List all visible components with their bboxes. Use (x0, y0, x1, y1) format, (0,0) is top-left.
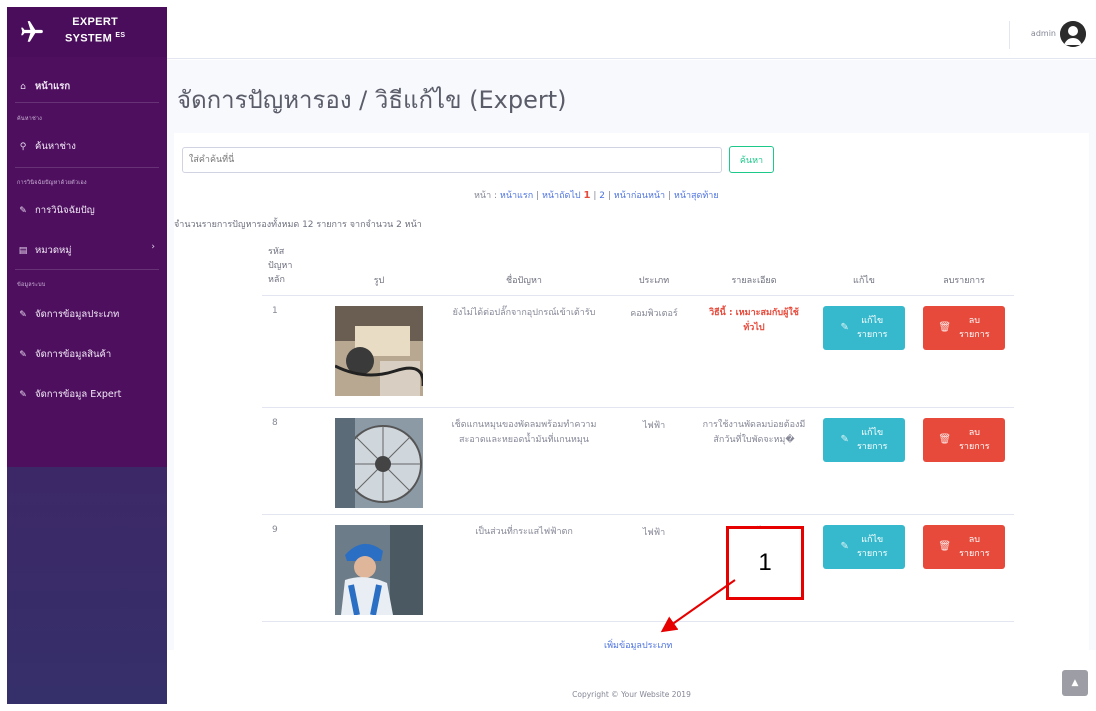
wrench-icon: ✎ (19, 205, 27, 216)
footer: Copyright © Your Website 2019 ▲ (167, 650, 1096, 711)
copyright: Copyright © Your Website 2019 (572, 690, 691, 699)
sidebar-divider (15, 269, 159, 270)
row-id: 9 (262, 514, 324, 622)
row-name: เช็ดแกนหมุนของพัดลมพร้อมทำความสะอาดและหย… (434, 407, 614, 515)
page-title: จัดการปัญหารอง / วิธีแก้ไข (Expert) (177, 86, 567, 114)
delete-button[interactable]: 🗑 ลบ รายการ (923, 525, 1005, 569)
column-header-delete: ลบรายการ (914, 241, 1014, 296)
sidebar-item-categories[interactable]: ▤ หมวดหมู่ (17, 243, 72, 258)
topbar: admin (167, 7, 1096, 59)
chevron-up-icon: ▲ (1071, 678, 1079, 688)
row-edit-cell: ✎ แก้ไข รายการ (814, 407, 914, 515)
sidebar-heading-system-data: ข้อมูลระบบ (17, 282, 46, 288)
trash-icon: 🗑 (938, 322, 952, 333)
row-edit-cell: ✎ แก้ไข รายการ (814, 514, 914, 622)
sidebar-heading-technician: ค้นหาช่าง (17, 116, 43, 122)
scroll-to-top-button[interactable]: ▲ (1062, 670, 1088, 696)
row-detail: การใช้งานพัดลมบ่อยต้องมีสักวันที่ใบพัดจะ… (694, 407, 814, 515)
row-id: 1 (262, 295, 324, 408)
row-type: ไฟฟ้า (614, 407, 694, 515)
column-header-type: ประเภท (614, 241, 694, 296)
pencil-icon: ✎ (840, 541, 849, 552)
sidebar-heading-diagnosis: การวินิจฉัยปัญหาด้วยตัวเอง (17, 180, 87, 186)
wrench-icon: ✎ (19, 389, 27, 400)
search-button[interactable]: ค้นหา (729, 146, 774, 173)
table-row: 1 ยังไม่ได้ต่อปลั๊กจากอุปกรณ์เข้าเต้ารับ… (262, 295, 1014, 408)
sidebar-item-find-technician[interactable]: ⚲ ค้นหาช่าง (17, 139, 76, 154)
search-input[interactable] (182, 147, 722, 173)
sidebar-item-home[interactable]: ⌂ หน้าแรก (17, 79, 70, 94)
row-name: ยังไม่ได้ต่อปลั๊กจากอุปกรณ์เข้าเต้ารับ (434, 295, 614, 408)
row-detail: วิธีนี้ : เหมาะสมกับผู้ใช้ทั่วไป (694, 295, 814, 408)
sidebar-item-manage-types[interactable]: ✎ จัดการข้อมูลประเภท (17, 307, 119, 322)
sidebar-divider (15, 167, 159, 168)
row-image-cell (324, 514, 434, 622)
row-type: ไฟฟ้า (614, 514, 694, 622)
row-image-cell (324, 407, 434, 515)
pagination-next[interactable]: หน้าถัดไป (542, 191, 581, 201)
pagination-first[interactable]: หน้าแรก (500, 191, 533, 201)
pagination-current: 1 (583, 190, 591, 201)
table-row: 9 เป็นส่วนที่กระแสไฟฟ้าตก ไฟฟ้า ✎ แก้ไข … (262, 514, 1014, 622)
edit-button[interactable]: ✎ แก้ไข รายการ (823, 525, 905, 569)
content-panel: ค้นหา หน้า : หน้าแรก | หน้าถัดไป 1 | 2 |… (174, 133, 1089, 651)
row-edit-cell: ✎ แก้ไข รายการ (814, 295, 914, 408)
edit-button[interactable]: ✎ แก้ไข รายการ (823, 418, 905, 462)
problem-thumbnail[interactable] (335, 306, 423, 396)
brand-name: EXPERT SYSTEM ES (65, 16, 126, 45)
sidebar-item-manage-expert[interactable]: ✎ จัดการข้อมูล Expert (17, 387, 121, 402)
row-image-cell (324, 295, 434, 408)
trash-icon: 🗑 (938, 434, 952, 445)
topbar-divider (1009, 21, 1010, 49)
row-delete-cell: 🗑 ลบ รายการ (914, 295, 1014, 408)
table-row: 8 เช็ดแกนหมุนของพัดลมพร้อมทำความสะอาดและ… (262, 407, 1014, 515)
delete-button[interactable]: 🗑 ลบ รายการ (923, 306, 1005, 350)
user-name[interactable]: admin (1031, 29, 1056, 38)
sidebar-divider (15, 102, 159, 103)
problem-thumbnail[interactable] (335, 418, 423, 508)
result-summary: จำนวนรายการปัญหารองทั้งหมด 12 รายการ จาก… (174, 220, 422, 230)
user-icon (1060, 21, 1086, 47)
row-name: เป็นส่วนที่กระแสไฟฟ้าตก (434, 514, 614, 622)
pencil-icon: ✎ (840, 322, 849, 333)
airplane-icon (21, 21, 43, 42)
wrench-icon: ✎ (19, 349, 27, 360)
sidebar-menu: ⌂ หน้าแรก ค้นหาช่าง ⚲ ค้นหาช่าง การวินิจ… (7, 57, 167, 467)
edit-button[interactable]: ✎ แก้ไข รายการ (823, 306, 905, 350)
pencil-icon: ✎ (840, 434, 849, 445)
column-header-edit: แก้ไข (814, 241, 914, 296)
pagination-label: หน้า : (474, 191, 498, 201)
pagination-prev[interactable]: หน้าก่อนหน้า (614, 191, 665, 201)
column-header-detail: รายละเอียด (694, 241, 814, 296)
sidebar-item-manage-products[interactable]: ✎ จัดการข้อมูลสินค้า (17, 347, 111, 362)
search-icon: ⚲ (19, 141, 27, 152)
row-type: คอมพิวเตอร์ (614, 295, 694, 408)
problem-thumbnail[interactable] (335, 525, 423, 615)
sidebar-item-diagnosis[interactable]: ✎ การวินิจฉัยปัญ (17, 203, 95, 218)
problems-table: รหัส ปัญหา หลัก รูป ชื่อปัญหา ประเภท รายละ… (262, 241, 1014, 622)
column-header-image: รูป (324, 241, 434, 296)
avatar[interactable] (1060, 21, 1086, 47)
chevron-right-icon[interactable]: › (151, 242, 155, 252)
table-header-row: รหัส ปัญหา หลัก รูป ชื่อปัญหา ประเภท รายละ… (262, 241, 1014, 296)
list-icon: ▤ (18, 245, 28, 256)
row-delete-cell: 🗑 ลบ รายการ (914, 407, 1014, 515)
pagination: หน้า : หน้าแรก | หน้าถัดไป 1 | 2 | หน้าก… (474, 190, 719, 201)
wrench-icon: ✎ (19, 309, 27, 320)
main-content: จัดการปัญหารอง / วิธีแก้ไข (Expert) ค้นห… (167, 60, 1096, 651)
delete-button[interactable]: 🗑 ลบ รายการ (923, 418, 1005, 462)
home-icon: ⌂ (20, 81, 26, 92)
brand[interactable]: EXPERT SYSTEM ES (7, 7, 167, 57)
column-header-name: ชื่อปัญหา (434, 241, 614, 296)
row-delete-cell: 🗑 ลบ รายการ (914, 514, 1014, 622)
sidebar: EXPERT SYSTEM ES ⌂ หน้าแรก ค้นหาช่าง ⚲ ค… (7, 7, 167, 704)
pagination-page-2[interactable]: 2 (599, 191, 605, 201)
annotation-callout: 1 (726, 526, 804, 600)
pagination-last[interactable]: หน้าสุดท้าย (674, 191, 719, 201)
trash-icon: 🗑 (938, 541, 952, 552)
column-header-id: รหัส ปัญหา หลัก (262, 241, 324, 296)
row-id: 8 (262, 407, 324, 515)
